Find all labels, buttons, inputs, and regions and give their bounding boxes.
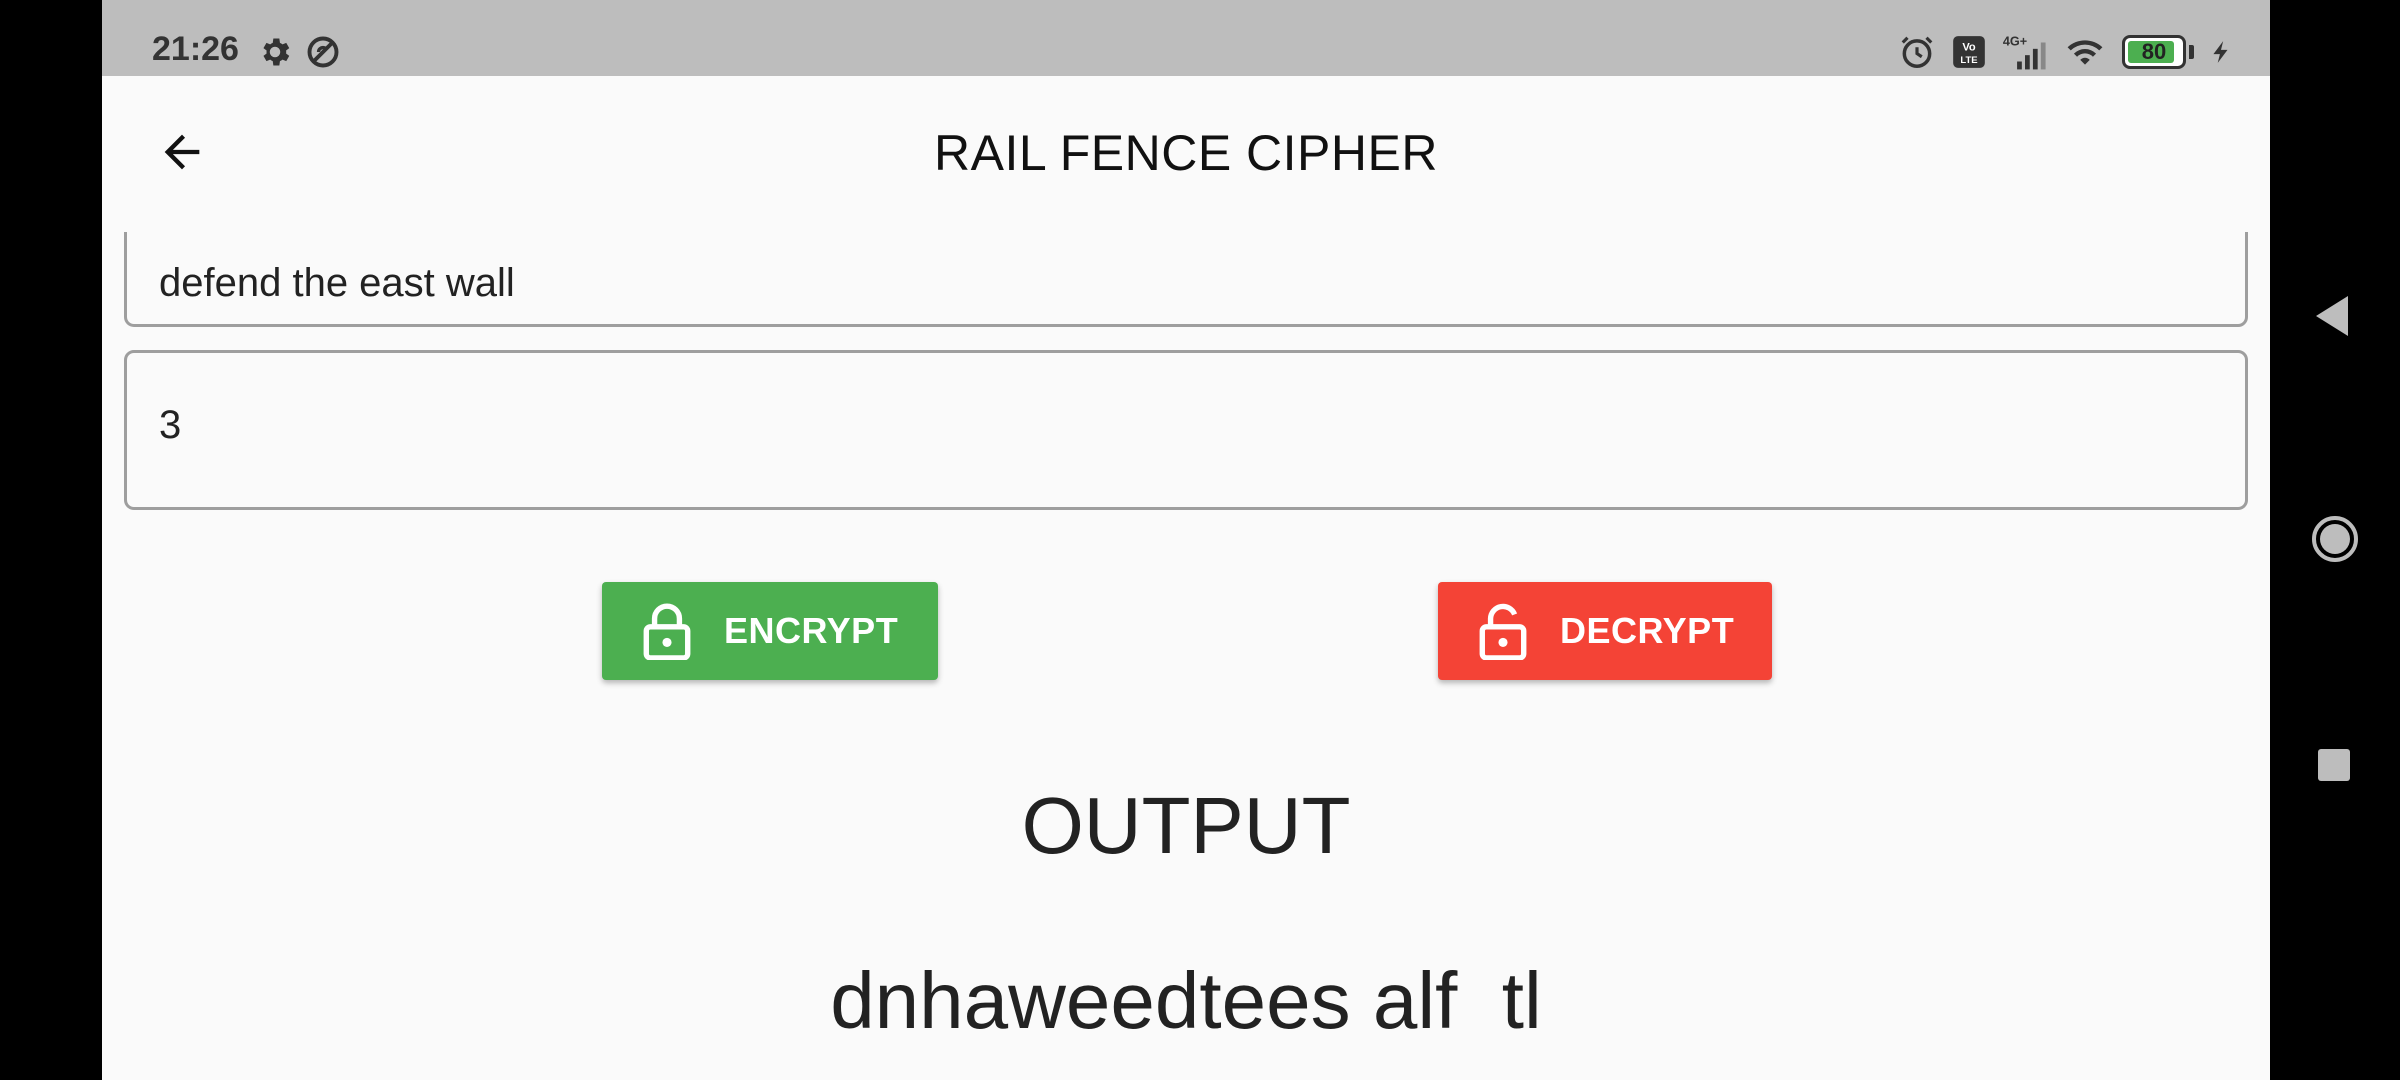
encrypt-button[interactable]: ENCRYPT (602, 582, 938, 680)
encrypt-label: ENCRYPT (724, 610, 899, 651)
sync-icon (307, 36, 339, 68)
svg-text:Vo: Vo (1962, 41, 1976, 53)
app-screen: 21:26 Vo LTE 4G+ 80 RAIL FENCE CIPHER de… (102, 0, 2270, 1080)
charging-icon (2213, 41, 2228, 63)
decrypt-label: DECRYPT (1560, 610, 1735, 651)
output-heading: OUTPUT (1021, 781, 1351, 870)
battery-icon: 80 (2122, 35, 2186, 69)
app-bar: RAIL FENCE CIPHER (102, 76, 2270, 232)
battery-level: 80 (2141, 39, 2167, 64)
battery-cap (2189, 45, 2194, 59)
nav-back-icon[interactable] (2312, 294, 2352, 338)
signal-4g-icon: 4G+ (2003, 35, 2046, 70)
lock-icon (643, 603, 691, 660)
unlock-icon (1479, 603, 1527, 660)
page-title: RAIL FENCE CIPHER (934, 125, 1438, 181)
status-bar: 21:26 Vo LTE 4G+ 80 (102, 0, 2270, 76)
nav-recents-icon[interactable] (2318, 749, 2350, 781)
gear-icon (263, 38, 290, 66)
status-icons: Vo LTE 4G+ 80 (1898, 30, 2234, 74)
wifi-icon (2067, 40, 2103, 65)
plaintext-input[interactable] (159, 261, 2199, 306)
output-value: dnhaweedtees alf tl (830, 956, 1542, 1045)
decrypt-button[interactable]: DECRYPT (1438, 582, 1772, 680)
key-input[interactable] (159, 403, 2199, 448)
volte-icon: Vo LTE (1953, 36, 1985, 68)
status-time: 21:26 (152, 30, 239, 68)
nav-home-icon[interactable] (2310, 514, 2360, 564)
svg-text:4G+: 4G+ (2003, 35, 2027, 49)
alarm-icon (1901, 36, 1933, 68)
svg-text:LTE: LTE (1960, 55, 1977, 66)
key-field[interactable] (124, 350, 2248, 510)
